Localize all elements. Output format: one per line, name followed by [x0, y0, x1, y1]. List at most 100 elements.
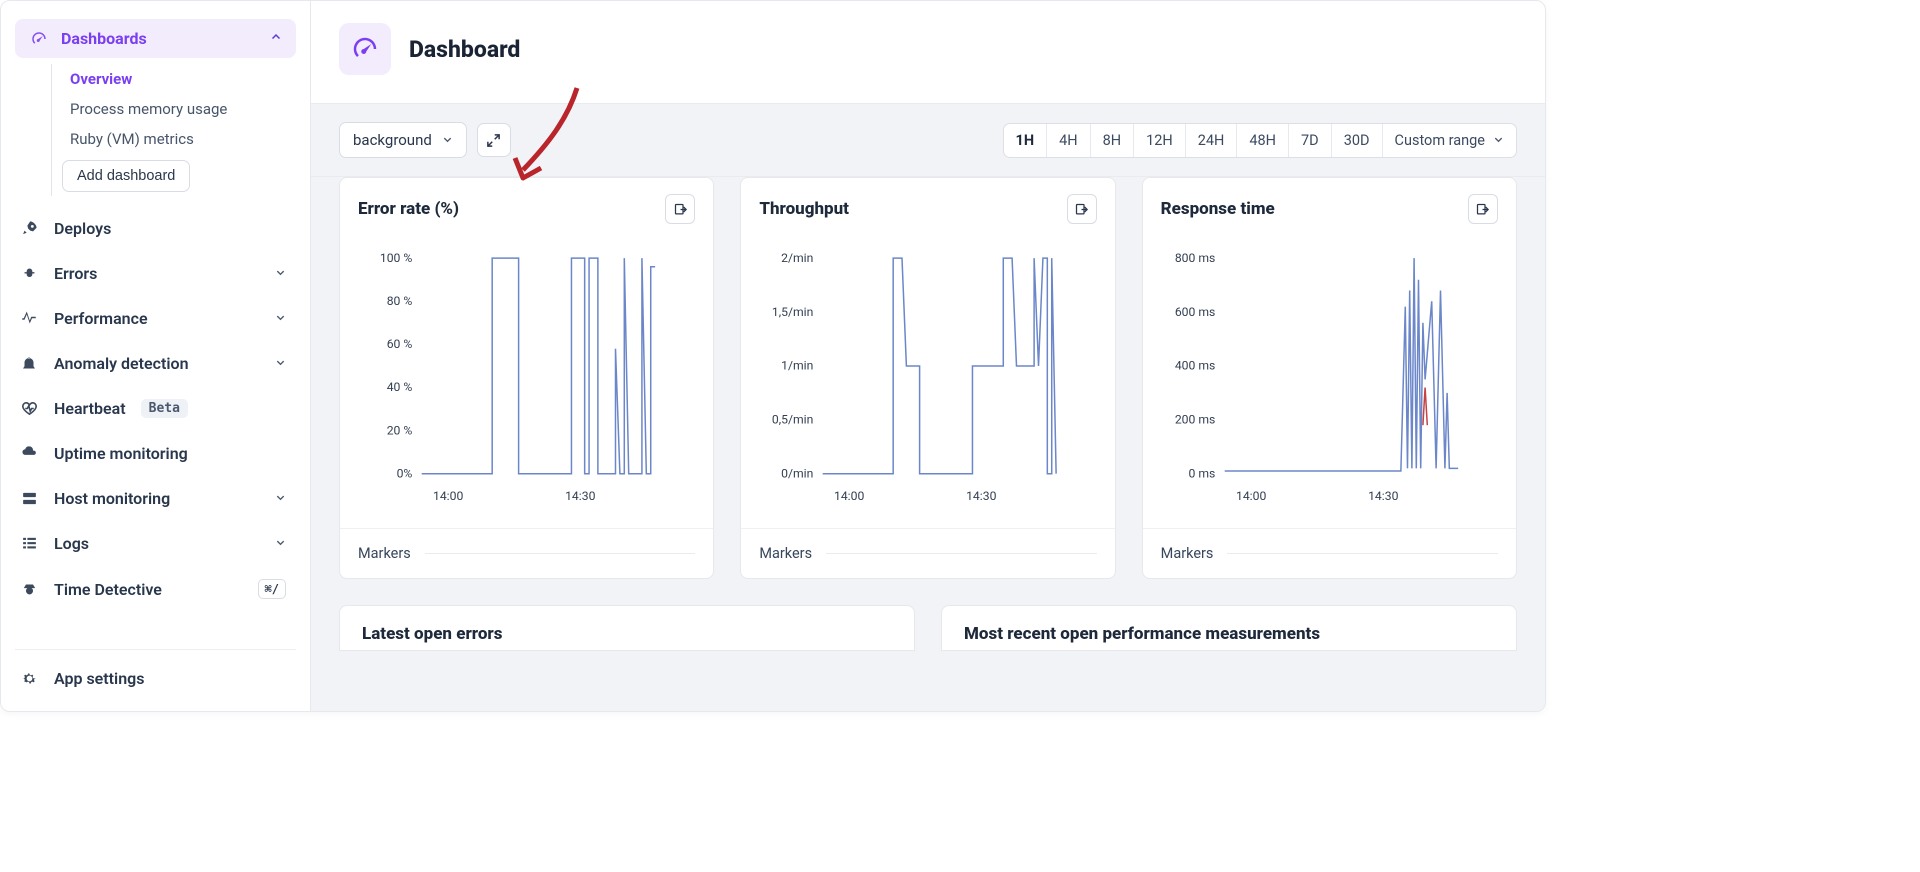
chevron-up-icon — [270, 31, 282, 46]
card-error-rate: Error rate (%) 100 %80 %60 %40 %20 %0%14… — [339, 177, 714, 579]
card-latest-errors: Latest open errors — [339, 605, 915, 651]
nav-deploys[interactable]: Deploys — [15, 206, 296, 251]
time-range-30d[interactable]: 30D — [1332, 124, 1383, 157]
time-range-24h[interactable]: 24H — [1186, 124, 1238, 157]
server-icon — [19, 490, 39, 507]
toolbar: background 1H 4H 8H 12H 24H 48H 7D — [311, 103, 1545, 177]
nav-label: Time Detective — [54, 580, 162, 599]
card-title: Most recent open performance measurement… — [964, 624, 1494, 644]
sidebar: Dashboards Overview Process memory usage… — [1, 1, 311, 711]
card-throughput: Throughput 2/min1,5/min1/min0,5/min0/min… — [740, 177, 1115, 579]
nav-heartbeat[interactable]: Heartbeat Beta — [15, 386, 296, 431]
svg-text:14:00: 14:00 — [834, 489, 864, 503]
svg-text:60 %: 60 % — [387, 337, 413, 351]
nav-time-detective[interactable]: Time Detective ⌘/ — [15, 566, 296, 612]
svg-text:200 ms: 200 ms — [1175, 413, 1216, 427]
markers-label: Markers — [1161, 545, 1214, 562]
nav-dashboards-label: Dashboards — [61, 29, 147, 48]
keyboard-shortcut: ⌘/ — [258, 579, 286, 599]
speed-icon — [19, 310, 39, 328]
nav-label: Performance — [54, 309, 148, 328]
rocket-icon — [19, 220, 39, 237]
svg-text:1/min: 1/min — [781, 359, 813, 373]
heart-icon — [19, 400, 39, 417]
detective-icon — [19, 581, 39, 598]
page-header: Dashboard — [311, 1, 1545, 103]
svg-text:800 ms: 800 ms — [1175, 251, 1216, 265]
time-range-1h[interactable]: 1H — [1004, 124, 1048, 157]
nav-label: Host monitoring — [54, 489, 170, 508]
main: Dashboard background 1H 4H 8H — [311, 1, 1545, 711]
dashboard-icon — [339, 23, 391, 75]
svg-text:0 ms: 0 ms — [1188, 466, 1215, 480]
subnav-overview[interactable]: Overview — [64, 64, 296, 94]
card-response-time: Response time 800 ms 600 ms 400 ms 200 ms 0 … — [1142, 177, 1517, 579]
card-title: Error rate (%) — [358, 199, 459, 219]
card-title: Response time — [1161, 199, 1275, 219]
namespace-value: background — [353, 131, 432, 149]
chart-throughput: 2/min1,5/min1/min0,5/min0/min14:0014:30 — [759, 240, 1096, 520]
nav-app-settings[interactable]: App settings — [15, 656, 296, 701]
svg-text:100 %: 100 % — [380, 251, 413, 265]
chevron-down-icon — [275, 492, 286, 506]
add-dashboard-button[interactable]: Add dashboard — [62, 160, 190, 192]
svg-text:14:00: 14:00 — [1236, 489, 1266, 503]
nav-host-monitoring[interactable]: Host monitoring — [15, 476, 296, 521]
logs-icon — [19, 535, 39, 552]
nav-performance[interactable]: Performance — [15, 296, 296, 341]
chart-response-time: 800 ms 600 ms 400 ms 200 ms 0 ms 14:00 14:30 — [1161, 240, 1498, 520]
chart-error-rate: 100 %80 %60 %40 %20 %0%14:0014:30 — [358, 240, 695, 520]
time-range-12h[interactable]: 12H — [1134, 124, 1186, 157]
export-button[interactable] — [1067, 194, 1097, 224]
svg-text:14:30: 14:30 — [966, 489, 996, 503]
svg-text:14:30: 14:30 — [565, 489, 595, 503]
time-range-48h[interactable]: 48H — [1237, 124, 1289, 157]
svg-text:0%: 0% — [397, 466, 413, 480]
chevron-down-icon — [275, 357, 286, 371]
nav-label: Logs — [54, 534, 89, 553]
nav-label: Heartbeat — [54, 399, 126, 418]
time-range-8h[interactable]: 8H — [1091, 124, 1135, 157]
subnav-ruby-vm[interactable]: Ruby (VM) metrics — [64, 124, 296, 154]
time-range-custom[interactable]: Custom range — [1383, 124, 1516, 157]
chevron-down-icon — [275, 312, 286, 326]
chevron-down-icon — [1493, 132, 1504, 149]
nav-label: Anomaly detection — [54, 354, 189, 373]
nav-dashboards-toggle[interactable]: Dashboards — [15, 19, 296, 58]
content: Error rate (%) 100 %80 %60 %40 %20 %0%14… — [311, 177, 1545, 711]
nav-anomaly-detection[interactable]: Anomaly detection — [15, 341, 296, 386]
nav-uptime[interactable]: Uptime monitoring — [15, 431, 296, 476]
alert-icon — [19, 355, 39, 373]
nav-dashboards-subnav: Overview Process memory usage Ruby (VM) … — [51, 64, 296, 196]
markers-label: Markers — [358, 545, 411, 562]
divider — [826, 553, 1097, 554]
svg-text:1,5/min: 1,5/min — [772, 305, 813, 319]
namespace-select[interactable]: background — [339, 122, 467, 158]
export-button[interactable] — [665, 194, 695, 224]
svg-text:20 %: 20 % — [387, 423, 413, 437]
time-range-7d[interactable]: 7D — [1289, 124, 1332, 157]
export-button[interactable] — [1468, 194, 1498, 224]
nav-errors[interactable]: Errors — [15, 251, 296, 296]
svg-text:14:00: 14:00 — [433, 489, 463, 503]
divider — [1227, 553, 1498, 554]
svg-text:600 ms: 600 ms — [1175, 305, 1216, 319]
time-range-4h[interactable]: 4H — [1047, 124, 1091, 157]
time-range-group: 1H 4H 8H 12H 24H 48H 7D 30D Custom range — [1003, 123, 1518, 158]
gear-icon — [19, 670, 39, 687]
svg-text:400 ms: 400 ms — [1175, 359, 1216, 373]
svg-text:80 %: 80 % — [387, 294, 413, 308]
expand-button[interactable] — [477, 123, 511, 157]
chevron-down-icon — [275, 267, 286, 281]
markers-label: Markers — [759, 545, 812, 562]
nav-logs[interactable]: Logs — [15, 521, 296, 566]
card-title: Latest open errors — [362, 624, 892, 644]
beta-badge: Beta — [141, 399, 188, 418]
subnav-process-memory[interactable]: Process memory usage — [64, 94, 296, 124]
bug-icon — [19, 265, 39, 282]
card-title: Throughput — [759, 199, 849, 219]
card-recent-performance: Most recent open performance measurement… — [941, 605, 1517, 651]
gauge-icon — [29, 30, 49, 48]
svg-text:14:30: 14:30 — [1368, 489, 1398, 503]
nav-label: App settings — [54, 669, 144, 688]
